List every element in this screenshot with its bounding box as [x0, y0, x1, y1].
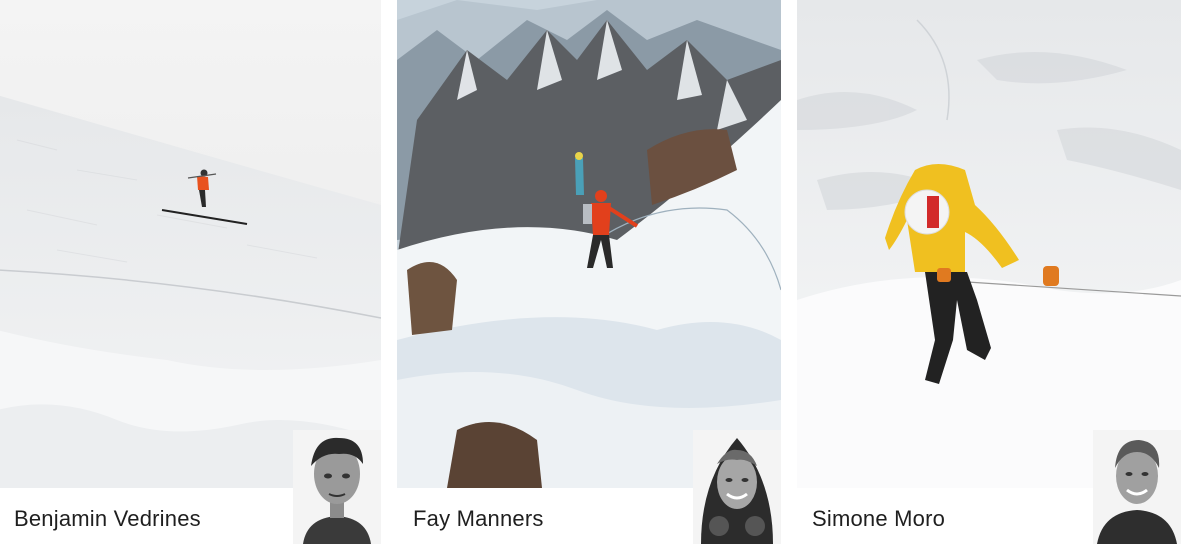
athlete-name[interactable]: Simone Moro	[812, 506, 945, 532]
athlete-card-simone-moro[interactable]: Simone Moro	[797, 0, 1181, 544]
athlete-card-benjamin-vedrines[interactable]: Benjamin Vedrines	[0, 0, 381, 544]
benjamin-vedrines-portrait[interactable]	[293, 430, 381, 544]
athlete-card-fay-manners[interactable]: Fay Manners	[397, 0, 781, 544]
skier-on-snow-slope-photo[interactable]	[0, 0, 381, 488]
athlete-name[interactable]: Fay Manners	[413, 506, 544, 532]
fay-manners-portrait[interactable]	[693, 430, 781, 544]
simone-moro-portrait[interactable]	[1093, 430, 1181, 544]
climber-on-snowy-ridge-photo[interactable]	[397, 0, 781, 488]
athlete-name[interactable]: Benjamin Vedrines	[14, 506, 201, 532]
mountaineer-in-yellow-jacket-photo[interactable]	[797, 0, 1181, 488]
